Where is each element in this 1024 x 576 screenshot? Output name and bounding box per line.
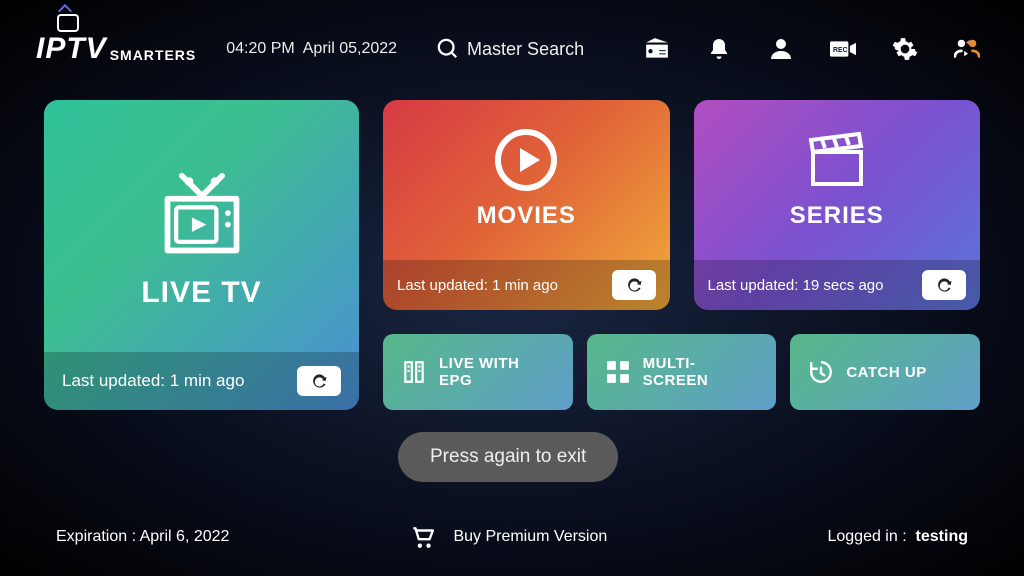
history-icon bbox=[808, 359, 834, 385]
top-row: MOVIES Last updated: 1 min ago SERIES La… bbox=[383, 100, 980, 310]
buy-premium-button[interactable]: Buy Premium Version bbox=[409, 524, 607, 550]
movies-refresh-button[interactable] bbox=[612, 270, 656, 300]
header-icon-row: REC bbox=[644, 36, 980, 62]
radio-icon[interactable] bbox=[644, 36, 670, 62]
movies-card[interactable]: MOVIES Last updated: 1 min ago bbox=[383, 100, 670, 310]
live-tv-center: LIVE TV bbox=[44, 100, 359, 410]
play-circle-icon bbox=[494, 128, 558, 192]
multi-screen-card[interactable]: MULTI-SCREEN bbox=[587, 334, 777, 410]
live-epg-label: LIVE WITH EPG bbox=[439, 355, 555, 389]
main-grid: LIVE TV Last updated: 1 min ago MOVIES L… bbox=[0, 80, 1024, 410]
movies-updated: Last updated: 1 min ago bbox=[397, 277, 558, 294]
master-search[interactable]: Master Search bbox=[437, 38, 584, 60]
catch-up-card[interactable]: CATCH UP bbox=[790, 334, 980, 410]
exit-toast: Press again to exit bbox=[398, 432, 618, 482]
bottom-row: LIVE WITH EPG MULTI-SCREEN CATCH UP bbox=[383, 334, 980, 410]
series-card[interactable]: SERIES Last updated: 19 secs ago bbox=[694, 100, 981, 310]
live-tv-card[interactable]: LIVE TV Last updated: 1 min ago bbox=[44, 100, 359, 410]
logo-sub: SMARTERS bbox=[110, 47, 197, 63]
refresh-icon bbox=[934, 275, 954, 295]
header-bar: IPTV SMARTERS 04:20 PM April 05,2022 Mas… bbox=[0, 0, 1024, 80]
live-tv-title: LIVE TV bbox=[141, 276, 261, 310]
app-logo: IPTV SMARTERS bbox=[36, 32, 196, 66]
catch-up-label: CATCH UP bbox=[846, 364, 926, 381]
logo-main: IPTV bbox=[36, 32, 107, 66]
refresh-icon bbox=[624, 275, 644, 295]
series-footer: Last updated: 19 secs ago bbox=[694, 260, 981, 310]
epg-icon bbox=[401, 359, 427, 385]
tv-icon bbox=[156, 170, 248, 262]
logged-in-label: Logged in : bbox=[827, 528, 906, 545]
live-epg-card[interactable]: LIVE WITH EPG bbox=[383, 334, 573, 410]
date-text: April 05,2022 bbox=[303, 40, 397, 57]
clock-display: 04:20 PM April 05,2022 bbox=[226, 40, 397, 58]
footer-bar: Expiration : April 6, 2022 Buy Premium V… bbox=[0, 524, 1024, 550]
movies-footer: Last updated: 1 min ago bbox=[383, 260, 670, 310]
multi-screen-label: MULTI-SCREEN bbox=[643, 355, 759, 389]
movies-center: MOVIES bbox=[383, 100, 670, 258]
series-center: SERIES bbox=[694, 100, 981, 258]
buy-premium-label: Buy Premium Version bbox=[453, 528, 607, 546]
series-refresh-button[interactable] bbox=[922, 270, 966, 300]
series-title: SERIES bbox=[790, 202, 884, 230]
logged-in-status: Logged in : testing bbox=[827, 528, 968, 546]
grid-icon bbox=[605, 359, 631, 385]
time-text: 04:20 PM bbox=[226, 40, 294, 57]
record-icon[interactable]: REC bbox=[830, 36, 856, 62]
expiration-text: Expiration : April 6, 2022 bbox=[56, 528, 229, 546]
movies-title: MOVIES bbox=[477, 202, 576, 230]
search-label: Master Search bbox=[467, 39, 584, 60]
series-updated: Last updated: 19 secs ago bbox=[708, 277, 884, 294]
switch-user-icon[interactable] bbox=[954, 36, 980, 62]
logged-in-user: testing bbox=[916, 528, 968, 545]
right-column: MOVIES Last updated: 1 min ago SERIES La… bbox=[383, 100, 980, 410]
user-icon[interactable] bbox=[768, 36, 794, 62]
svg-text:REC: REC bbox=[833, 47, 848, 54]
gear-icon[interactable] bbox=[892, 36, 918, 62]
cart-icon bbox=[409, 524, 435, 550]
search-icon bbox=[437, 38, 459, 60]
bell-icon[interactable] bbox=[706, 36, 732, 62]
clapperboard-icon bbox=[805, 128, 869, 192]
